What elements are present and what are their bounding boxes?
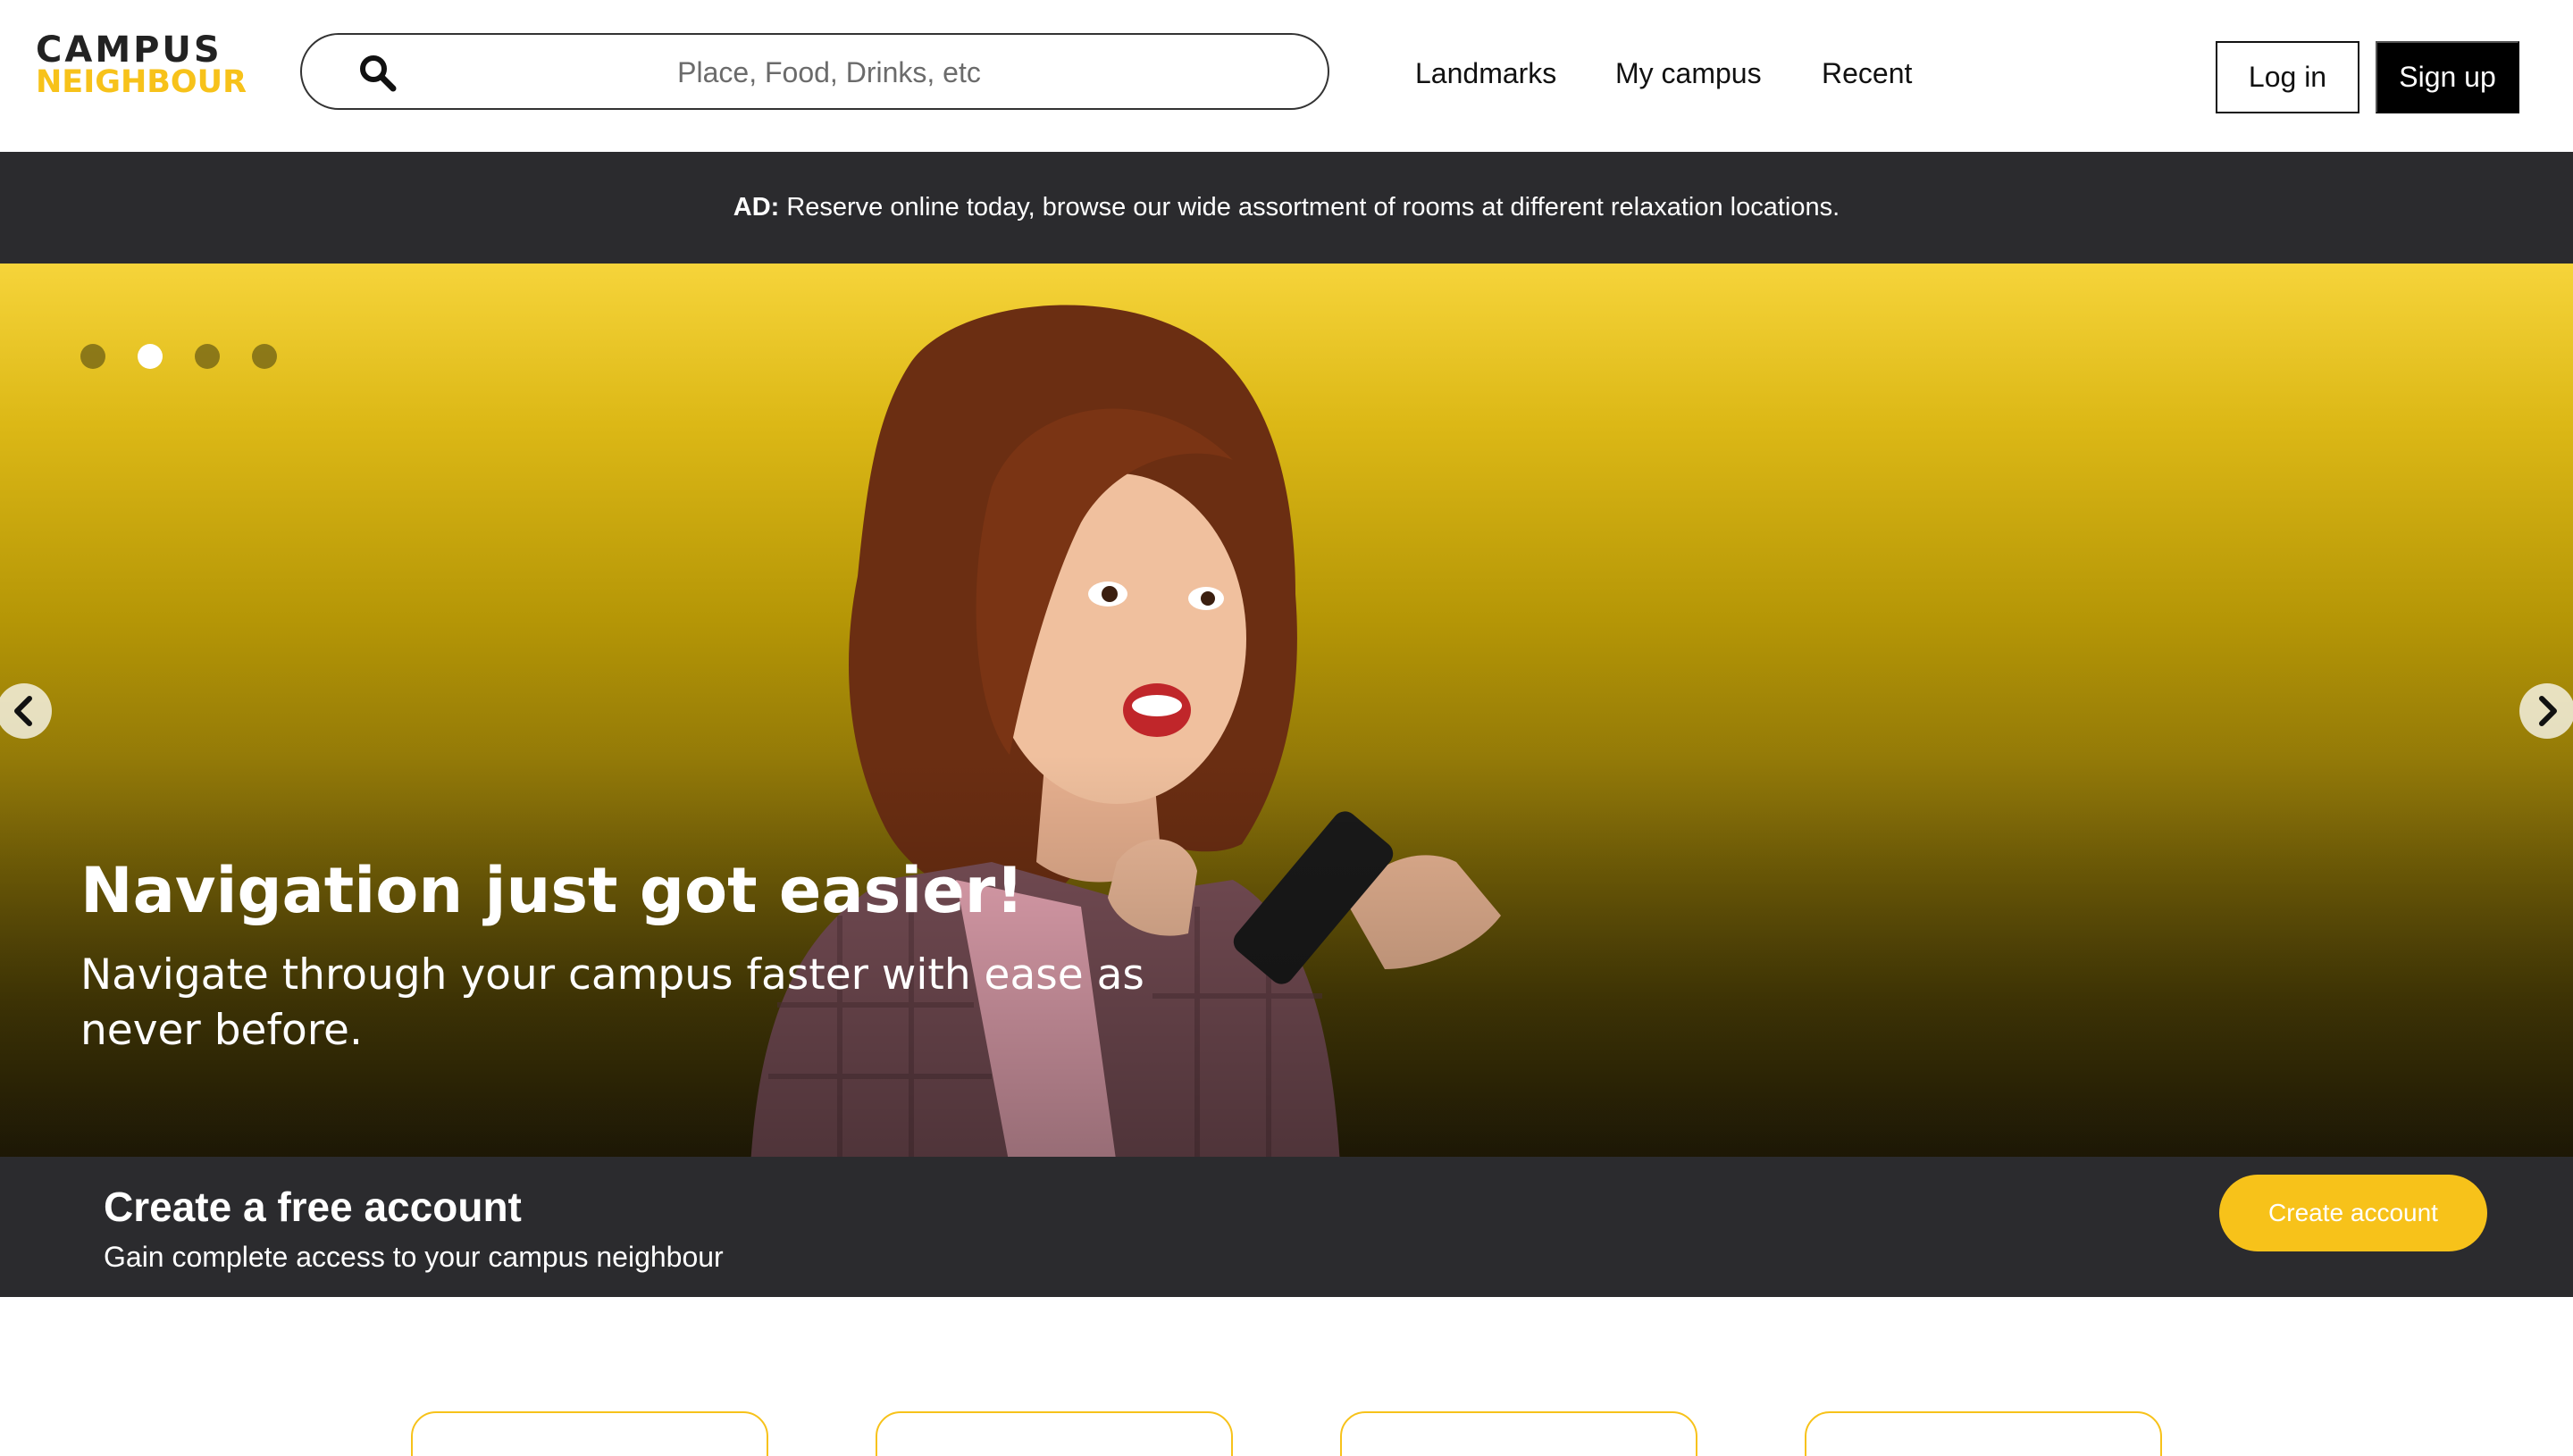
feature-card-4[interactable] bbox=[1805, 1411, 2162, 1456]
ad-prefix: AD: bbox=[733, 193, 780, 222]
feature-card-3[interactable] bbox=[1340, 1411, 1697, 1456]
login-button[interactable]: Log in bbox=[2216, 41, 2359, 113]
chevron-right-icon bbox=[2539, 696, 2557, 726]
search-bar[interactable] bbox=[300, 33, 1329, 110]
hero-subtitle: Navigate through your campus faster with… bbox=[80, 950, 1144, 1055]
cta-subtitle: Gain complete access to your campus neig… bbox=[104, 1241, 724, 1273]
cta-title: Create a free account bbox=[104, 1184, 522, 1230]
feature-cards-row bbox=[0, 1297, 2573, 1456]
signup-button[interactable]: Sign up bbox=[2376, 41, 2519, 113]
feature-card-2[interactable] bbox=[876, 1411, 1233, 1456]
ad-banner: AD: Reserve online today, browse our wid… bbox=[0, 152, 2573, 264]
carousel-dot-1[interactable] bbox=[80, 344, 105, 369]
carousel-next-button[interactable] bbox=[2519, 683, 2573, 739]
campus-neighbour-logo[interactable]: CAMPUS NEIGHBOUR bbox=[36, 30, 247, 102]
nav-link-recent[interactable]: Recent bbox=[1822, 55, 1912, 91]
chevron-left-icon bbox=[14, 696, 32, 726]
site-header: CAMPUS NEIGHBOUR Landmarks My campus Rec… bbox=[0, 0, 2573, 152]
hero-carousel: Navigation just got easier! Navigate thr… bbox=[0, 264, 2573, 1157]
search-input[interactable] bbox=[427, 47, 1231, 97]
nav-link-landmarks[interactable]: Landmarks bbox=[1415, 55, 1556, 91]
carousel-dot-2-active[interactable] bbox=[138, 344, 163, 369]
hero-title: Navigation just got easier! bbox=[80, 854, 1025, 927]
search-icon[interactable] bbox=[357, 53, 398, 94]
nav-link-my-campus[interactable]: My campus bbox=[1615, 55, 1762, 91]
feature-card-1[interactable] bbox=[411, 1411, 768, 1456]
create-account-banner: Create a free account Gain complete acce… bbox=[0, 1157, 2573, 1297]
logo-wordmark-bottom: NEIGHBOUR bbox=[36, 64, 247, 100]
carousel-dot-3[interactable] bbox=[195, 344, 220, 369]
ad-text: Reserve online today, browse our wide as… bbox=[786, 193, 1840, 222]
create-account-button[interactable]: Create account bbox=[2219, 1175, 2487, 1251]
carousel-dot-4[interactable] bbox=[252, 344, 277, 369]
